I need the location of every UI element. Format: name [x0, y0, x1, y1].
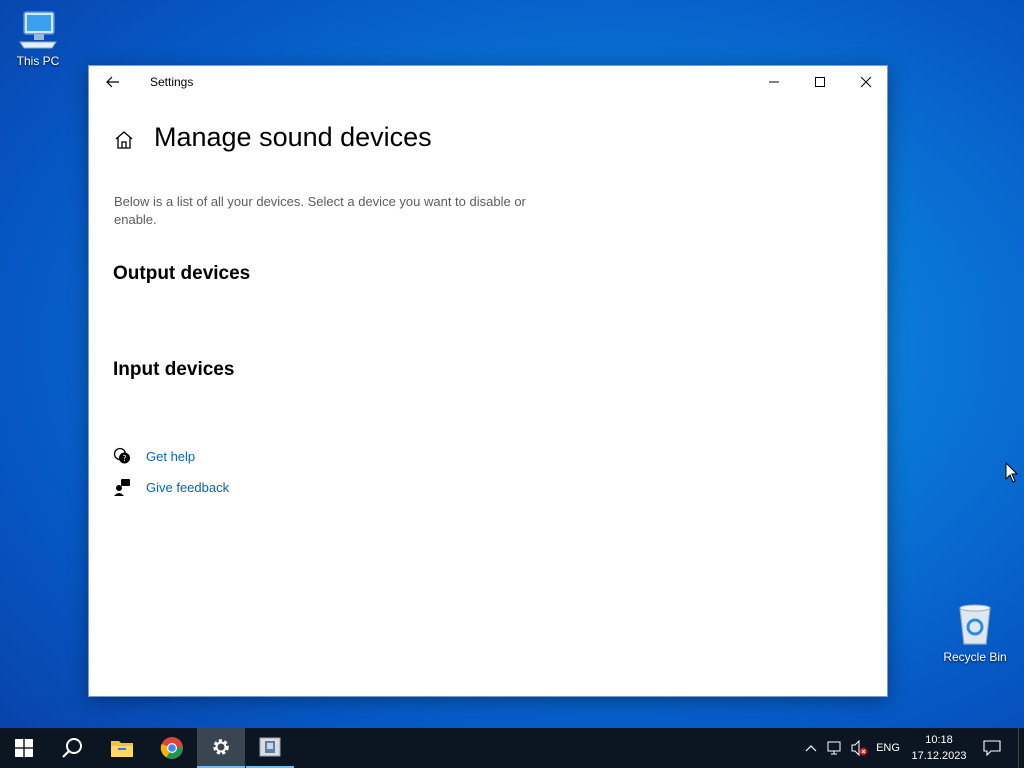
taskbar: ENG 10:18 17.12.2023 [0, 728, 1024, 768]
title-bar: Settings [89, 66, 887, 98]
show-hidden-icons-button[interactable] [800, 728, 822, 768]
back-arrow-icon [106, 76, 119, 88]
desktop-icon-label: Recycle Bin [943, 650, 1007, 664]
search-icon [62, 738, 82, 758]
minimize-icon [769, 81, 779, 83]
computer-icon [19, 11, 57, 49]
file-explorer-icon [111, 741, 133, 757]
app-icon [259, 737, 281, 757]
start-icon [15, 739, 33, 757]
close-icon [860, 76, 872, 88]
window-title: Settings [150, 75, 194, 89]
chrome-icon [160, 737, 183, 759]
feedback-icon [114, 479, 130, 496]
back-button[interactable] [103, 72, 123, 92]
start-button[interactable] [0, 728, 48, 768]
desktop-icon-label: This PC [16, 54, 60, 68]
network-icon [827, 741, 841, 755]
clock-date: 17.12.2023 [911, 750, 967, 762]
recycle-bin-icon [959, 604, 991, 645]
home-icon [115, 131, 133, 149]
volume-muted-icon [851, 740, 868, 756]
language-indicator[interactable]: ENG [872, 728, 904, 768]
home-button[interactable] [113, 129, 135, 156]
desktop-icon-this-pc[interactable]: This PC [0, 8, 76, 68]
clock[interactable]: 10:18 17.12.2023 [906, 728, 972, 768]
page-description: Below is a list of all your devices. Sel… [114, 194, 526, 227]
show-desktop-button[interactable] [1018, 728, 1024, 768]
network-button[interactable] [824, 728, 846, 768]
notification-icon [983, 740, 1001, 756]
clock-time: 10:18 [925, 734, 953, 746]
mouse-cursor-icon [1005, 462, 1019, 483]
svg-text:?: ? [122, 454, 126, 463]
chevron-up-icon [805, 745, 817, 752]
action-center-button[interactable] [974, 728, 1010, 768]
output-devices-heading: Output devices [113, 263, 251, 284]
input-devices-heading: Input devices [113, 359, 235, 380]
page-title: Manage sound devices [154, 122, 432, 152]
language-label: ENG [876, 742, 900, 754]
get-help-row[interactable]: ? Get help [113, 447, 195, 465]
open-app-button[interactable] [246, 728, 294, 768]
desktop-icon-recycle-bin[interactable]: Recycle Bin [937, 600, 1013, 664]
search-button[interactable] [48, 728, 96, 768]
maximize-icon [815, 77, 825, 87]
maximize-button[interactable] [797, 66, 843, 98]
settings-icon [213, 739, 229, 755]
chrome-button[interactable] [148, 728, 196, 768]
settings-window: Settings Manage sound devices Below is a… [88, 65, 888, 697]
settings-taskbar-button[interactable] [197, 728, 245, 768]
get-help-link[interactable]: Get help [146, 449, 195, 464]
help-chat-icon: ? [113, 447, 130, 464]
give-feedback-row[interactable]: Give feedback [113, 478, 229, 496]
close-button[interactable] [843, 66, 889, 98]
file-explorer-button[interactable] [98, 728, 146, 768]
give-feedback-link[interactable]: Give feedback [146, 480, 229, 495]
minimize-button[interactable] [751, 66, 797, 98]
volume-button[interactable] [848, 728, 870, 768]
